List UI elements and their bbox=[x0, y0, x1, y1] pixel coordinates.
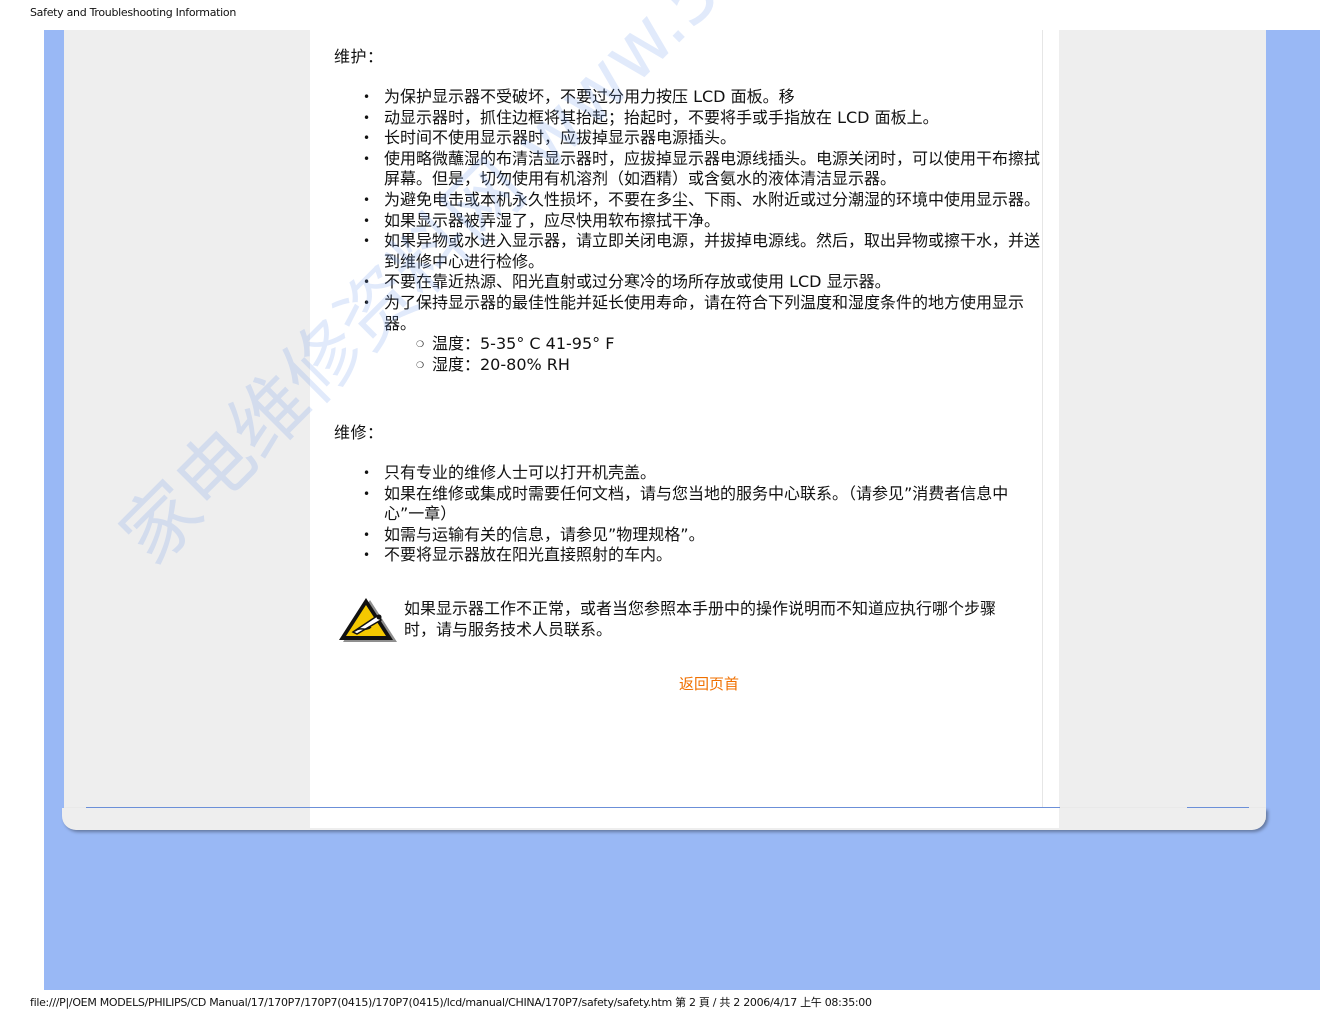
condition-humidity: 湿度：20-80% RH bbox=[384, 355, 1040, 376]
list-item: 如果在维修或集成时需要任何文档，请与您当地的服务中心联系。（请参见”消费者信息中… bbox=[360, 484, 1040, 525]
print-footer: file:///P|/OEM MODELS/PHILIPS/CD Manual/… bbox=[30, 996, 872, 1009]
print-header: Safety and Troubleshooting Information bbox=[30, 6, 237, 19]
list-item: 为保护显示器不受破坏，不要过分用力按压 LCD 面板。移 bbox=[360, 87, 1040, 108]
condition-temperature: 温度：5-35° C 41-95° F bbox=[384, 334, 1040, 355]
back-to-top-link[interactable]: 返回页首 bbox=[679, 673, 739, 694]
right-panel bbox=[1059, 30, 1266, 820]
warning-message: 如果显示器工作不正常，或者当您参照本手册中的操作说明而不知道应执行哪个步骤时，请… bbox=[404, 599, 997, 639]
divider-line-left bbox=[86, 807, 1060, 808]
list-item: 只有专业的维修人士可以打开机壳盖。 bbox=[360, 463, 1040, 484]
maintenance-heading: 维护： bbox=[334, 47, 384, 66]
list-item: 不要将显示器放在阳光直接照射的车内。 bbox=[360, 545, 1040, 566]
list-item-text: 为了保持显示器的最佳性能并延长使用寿命，请在符合下列温度和湿度条件的地方使用显示… bbox=[384, 292, 1025, 333]
list-item: 为了保持显示器的最佳性能并延长使用寿命，请在符合下列温度和湿度条件的地方使用显示… bbox=[360, 292, 1040, 376]
service-heading: 维修： bbox=[334, 423, 384, 442]
divider-line-right bbox=[1187, 807, 1249, 808]
conditions-list: 温度：5-35° C 41-95° F 湿度：20-80% RH bbox=[384, 334, 1040, 376]
warning-triangle-icon bbox=[339, 598, 397, 642]
service-list: 只有专业的维修人士可以打开机壳盖。 如果在维修或集成时需要任何文档，请与您当地的… bbox=[360, 463, 1040, 566]
list-item: 动显示器时，抓住边框将其抬起；抬起时，不要将手或手指放在 LCD 面板上。 bbox=[360, 108, 1040, 129]
list-item: 如需与运输有关的信息，请参见”物理规格”。 bbox=[360, 525, 1040, 546]
